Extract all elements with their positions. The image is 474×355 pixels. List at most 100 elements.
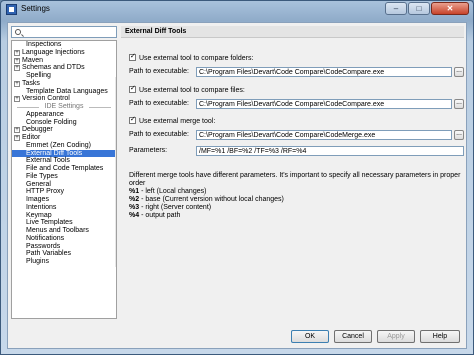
title-bar[interactable]: Settings – □ ✕ — [1, 1, 473, 19]
expand-icon[interactable]: + — [14, 65, 20, 72]
tree-item-label: Editor — [22, 134, 41, 141]
merge-browse-button[interactable]: ... — [454, 130, 464, 140]
tree-item-label: File and Code Templates — [26, 165, 104, 172]
expand-icon[interactable]: + — [14, 49, 20, 56]
settings-tree: Inspections + Language Injections + Maven + Sc… — [11, 40, 117, 319]
tree-item-label: Debugger — [22, 126, 53, 134]
compare-folders-option[interactable]: Use external tool to compare folders: — [129, 52, 254, 64]
param-1-text: - left (Local changes) — [139, 188, 207, 195]
minimize-button[interactable]: – — [385, 2, 407, 15]
tree-item-version-control[interactable]: + Version Control — [12, 95, 116, 103]
tree-item-language-injections[interactable]: + Language Injections — [12, 49, 116, 57]
description-intro: Different merge tools have different par… — [129, 172, 461, 187]
param-4-key: %4 — [129, 212, 140, 219]
files-path-field[interactable]: C:\Program Files\Devart\Code Compare\Cod… — [196, 99, 452, 109]
ok-button[interactable]: OK — [291, 330, 329, 343]
tree-item-label: Live Templates — [26, 219, 73, 227]
merge-path-field[interactable]: C:\Program Files\Devart\Code Compare\Cod… — [196, 130, 452, 140]
search-input[interactable] — [11, 26, 117, 38]
tree-item-emmet-zen-coding[interactable]: Emmet (Zen Coding) — [12, 142, 116, 150]
tree-item-label: Template Data Languages — [26, 87, 108, 95]
expand-icon[interactable]: + — [14, 57, 20, 64]
tree-item-debugger[interactable]: + Debugger — [12, 126, 116, 134]
close-button[interactable]: ✕ — [431, 2, 469, 15]
tree-item-label: Schemas and DTDs — [22, 64, 85, 72]
tree-item-inspections[interactable]: Inspections — [12, 41, 116, 49]
tree-item-label: Spelling — [26, 72, 51, 79]
tree-item-file-types[interactable]: File Types — [12, 173, 116, 181]
settings-window: Settings – □ ✕ Inspections + Language Inje… — [0, 0, 474, 355]
files-path-label: Path to executable: — [129, 100, 189, 107]
tree-item-general[interactable]: General — [12, 181, 116, 189]
tree-item-template-data-languages[interactable]: Template Data Languages — [12, 88, 116, 96]
tree-item-file-and-code-templates[interactable]: File and Code Templates — [12, 165, 116, 173]
tree-item-label: HTTP Proxy — [26, 188, 64, 196]
dialog-footer: OK Cancel Apply Help — [8, 323, 466, 348]
parameters-description: Different merge tools have different par… — [129, 172, 464, 220]
compare-files-checkbox[interactable] — [129, 84, 136, 94]
tree-item-appearance[interactable]: Appearance — [12, 111, 116, 119]
files-browse-button[interactable]: ... — [454, 99, 464, 109]
tree-item-schemas-and-dtds[interactable]: + Schemas and DTDs — [12, 64, 116, 72]
tree-item-plugins[interactable]: Plugins — [12, 258, 116, 266]
tree-item-label: Console Folding — [26, 118, 77, 126]
parameters-field[interactable]: /MF=%1 /BF=%2 /TF=%3 /RF=%4 — [196, 146, 464, 156]
tree-item-label: General — [26, 180, 51, 188]
tree-item-notifications[interactable]: Notifications — [12, 235, 116, 243]
merge-tool-option[interactable]: Use external merge tool: — [129, 115, 216, 127]
tree-item-intentions[interactable]: Intentions — [12, 204, 116, 212]
app-icon — [6, 4, 17, 15]
help-button[interactable]: Help — [420, 330, 460, 343]
merge-tool-label: Use external merge tool: — [139, 118, 216, 125]
tree-item-menus-and-toolbars[interactable]: Menus and Toolbars — [12, 227, 116, 235]
tree-item-external-tools[interactable]: External Tools — [12, 157, 116, 165]
window-controls: – □ ✕ — [385, 2, 469, 15]
compare-folders-label: Use external tool to compare folders: — [139, 55, 254, 62]
merge-tool-checkbox[interactable] — [129, 115, 136, 125]
tree-item-console-folding[interactable]: Console Folding — [12, 119, 116, 127]
apply-button[interactable]: Apply — [377, 330, 415, 343]
param-4-text: - output path — [139, 212, 181, 219]
tree-item-label: Emmet (Zen Coding) — [26, 141, 91, 149]
tree-item-live-templates[interactable]: Live Templates — [12, 219, 116, 227]
tree-item-images[interactable]: Images — [12, 196, 116, 204]
expand-icon[interactable]: + — [14, 135, 20, 141]
tree-section-ide-settings: IDE Settings — [12, 103, 116, 111]
tree-item-tasks[interactable]: + Tasks — [12, 80, 116, 88]
window-title: Settings — [21, 4, 50, 13]
tree-item-editor[interactable]: + Editor — [12, 134, 116, 142]
expand-icon[interactable]: + — [14, 80, 20, 87]
tree-item-label: Images — [26, 196, 49, 203]
param-2-key: %2 — [129, 196, 140, 203]
tree-item-label: External Diff Tools — [26, 149, 83, 157]
folders-path-label: Path to executable: — [129, 68, 189, 75]
tree-item-label: Path Variables — [26, 250, 72, 258]
folders-browse-button[interactable]: ... — [454, 67, 464, 77]
tree-item-http-proxy[interactable]: HTTP Proxy — [12, 188, 116, 196]
folders-path-field[interactable]: C:\Program Files\Devart\Code Compare\Cod… — [196, 67, 452, 77]
panel-title: External Diff Tools — [121, 26, 464, 38]
tree-item-passwords[interactable]: Passwords — [12, 243, 116, 251]
tree-item-maven[interactable]: + Maven — [12, 57, 116, 65]
merge-path-label: Path to executable: — [129, 131, 189, 138]
tree-scrollbar[interactable] — [115, 77, 116, 267]
expand-icon[interactable]: + — [14, 127, 20, 134]
tree-item-spelling[interactable]: Spelling — [12, 72, 116, 80]
search-icon — [15, 29, 21, 35]
compare-folders-checkbox[interactable] — [129, 52, 136, 62]
tree-item-label: External Tools — [26, 157, 70, 165]
param-3-line: %3 - right (Server content) — [129, 204, 464, 212]
compare-files-option[interactable]: Use external tool to compare files: — [129, 84, 245, 96]
maximize-button[interactable]: □ — [408, 2, 430, 15]
tree-item-keymap[interactable]: Keymap — [12, 212, 116, 220]
settings-client: Inspections + Language Injections + Maven + Sc… — [7, 22, 467, 349]
param-1-line: %1 - left (Local changes) — [129, 188, 464, 196]
cancel-button[interactable]: Cancel — [334, 330, 372, 343]
param-4-line: %4 - output path — [129, 212, 464, 220]
param-2-line: %2 - base (Current version without local… — [129, 196, 464, 204]
tree-item-path-variables[interactable]: Path Variables — [12, 250, 116, 258]
tree-item-external-diff-tools[interactable]: External Diff Tools — [12, 149, 116, 158]
expand-icon[interactable]: + — [14, 96, 20, 103]
tree-item-label: Appearance — [26, 110, 64, 118]
compare-files-label: Use external tool to compare files: — [139, 87, 245, 94]
